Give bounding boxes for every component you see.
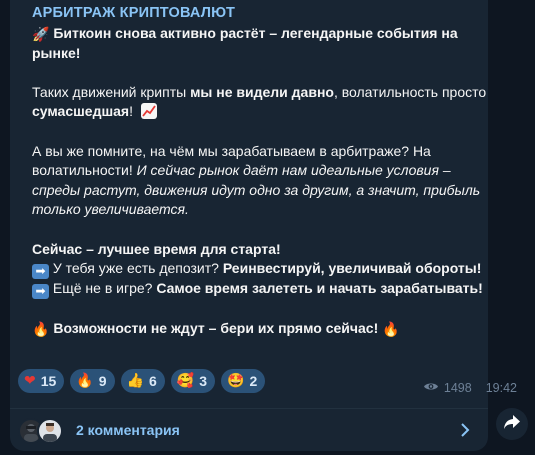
headline-text: Биткоин снова активно растёт – легендарн… [32,25,458,61]
heart-icon: ❤ [24,373,36,389]
reaction-fire[interactable]: 🔥 9 [70,369,115,393]
thumbs-up-icon: 👍 [126,373,144,389]
star-struck-icon: 🤩 [227,373,245,389]
bold-segment: Реинвестируй, увеличивай обороты! [222,260,482,277]
share-button[interactable] [496,408,528,440]
share-icon [503,414,521,435]
paragraph-final: 🔥 Возможности не ждут – бери их прямо се… [32,319,488,339]
call-title: Сейчас – лучшее время для старта! [32,240,281,257]
reaction-count: 9 [98,373,107,389]
final-text: Возможности не ждут – бери их прямо сейч… [53,319,379,336]
reaction-count: 3 [199,373,208,389]
text-segment: Ещё не в игре? [52,280,157,297]
message-meta: 1498 19:42 [423,381,517,395]
channel-name[interactable]: АРБИТРАЖ КРИПТОВАЛЮТ [32,5,235,21]
arrow-right-icon: ➡ [32,284,49,300]
message-time: 19:42 [485,381,517,395]
avatar [37,418,63,444]
text-segment: , волатильность просто [333,83,487,100]
reaction-thumbs-up[interactable]: 👍 6 [120,369,165,393]
reaction-count: 2 [249,373,258,389]
chevron-right-icon [460,422,470,443]
text-segment: Таких движений крипты [32,83,191,100]
text-segment: ! [129,103,133,120]
fire-icon: 🔥 [32,321,50,338]
smiling-face-hearts-icon: 🥰 [176,373,195,389]
reaction-count: 6 [148,373,157,389]
text-segment: У тебя уже есть депозит? [52,260,223,277]
reaction-star-struck[interactable]: 🤩 2 [221,369,266,393]
fire-icon: 🔥 [76,373,94,389]
paragraph-headline: 🚀 Биткоин снова активно растёт – легенда… [32,24,488,63]
eye-icon [423,381,439,395]
reaction-heart[interactable]: ❤ 15 [18,369,65,393]
commenter-avatars [18,415,70,445]
reactions-bar: ❤ 15 🔥 9 👍 6 🥰 3 🤩 2 [18,369,266,393]
comments-label: 2 комментария [76,422,180,438]
message-text: 🚀 Биткоин снова активно растёт – легенда… [32,24,488,338]
bold-segment: сумасшедшая [32,103,130,120]
view-count: 1498 [443,381,472,395]
chart-increasing-icon [140,103,157,120]
reaction-smiling-hearts[interactable]: 🥰 3 [170,369,216,393]
comments-button[interactable]: 2 комментария [10,409,488,451]
arrow-right-icon: ➡ [32,264,49,280]
paragraph-volatility: Таких движений крипты мы не видели давно… [32,83,488,122]
reaction-count: 15 [40,373,57,389]
bold-segment: мы не видели давно [190,83,334,100]
paragraph-arbitrage: А вы же помните, на чём мы зарабатываем … [32,142,488,220]
fire-icon: 🔥 [382,321,400,338]
rocket-icon: 🚀 [32,27,50,43]
paragraph-call: Сейчас – лучшее время для старта! ➡ У те… [32,240,488,300]
bold-segment: Самое время залететь и начать зарабатыва… [156,280,483,297]
